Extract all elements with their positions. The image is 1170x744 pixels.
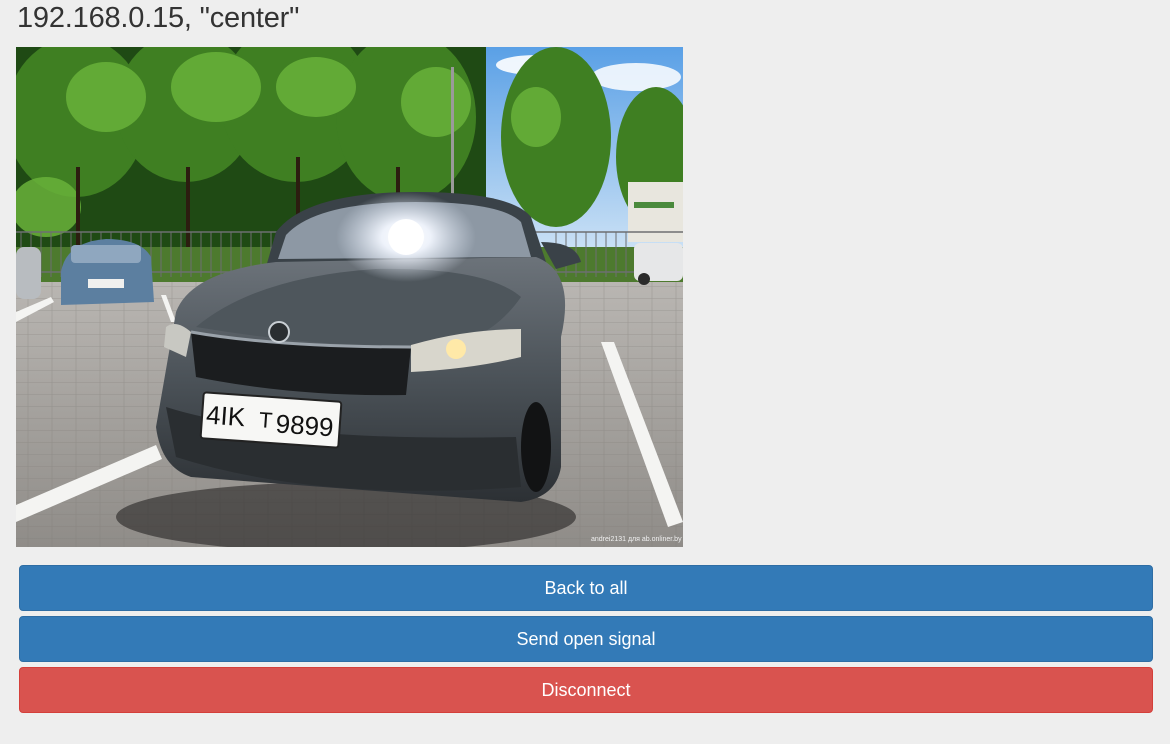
page-title: 192.168.0.15, "center"	[17, 2, 300, 34]
image-watermark: andrei2131 для ab.onliner.by	[591, 536, 682, 543]
send-open-signal-button[interactable]: Send open signal	[19, 616, 1153, 662]
plate-text-left: 4IK	[205, 400, 247, 433]
plate-text-right: 9899	[275, 408, 335, 442]
plate-text-mid: T	[258, 407, 273, 433]
back-to-all-button[interactable]: Back to all	[19, 565, 1153, 611]
disconnect-button[interactable]: Disconnect	[19, 667, 1153, 713]
camera-snapshot: 4IK T 9899 andrei2131 для ab.onliner.by	[16, 47, 683, 547]
